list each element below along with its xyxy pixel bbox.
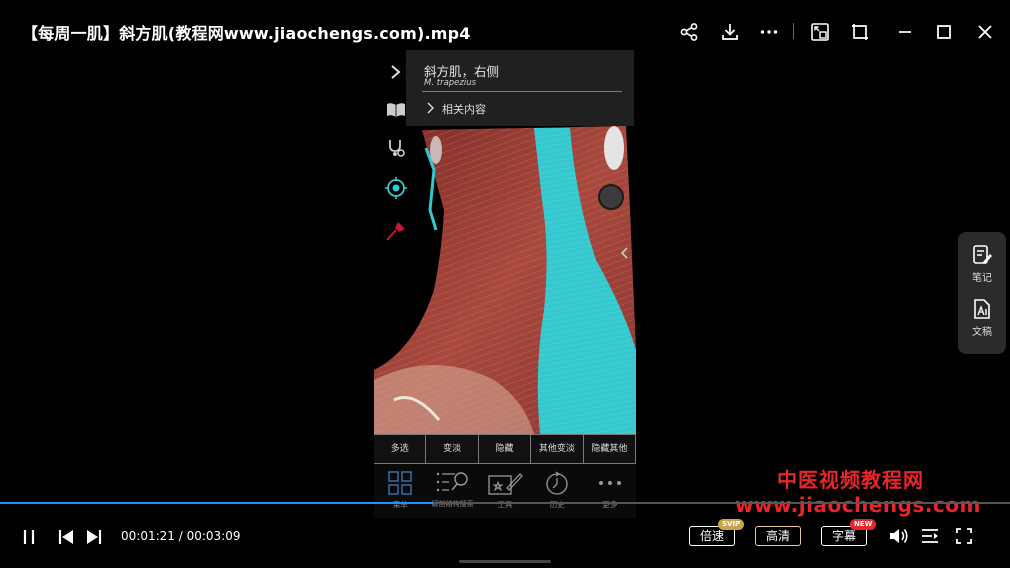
tool-more[interactable]: 更多 [584,464,636,518]
latin-name: M. trapezius [424,78,477,88]
more-icon [598,481,621,485]
related-content-link[interactable]: 相关内容 [442,101,486,117]
notes-label: 笔记 [972,273,992,284]
picture-in-picture-icon[interactable] [810,22,830,42]
quality-label: 高清 [765,529,790,543]
hide-others-button[interactable]: 隐藏其他 [582,434,636,464]
search-list-icon [436,472,468,492]
pause-icon[interactable] [20,528,38,546]
multi-select-button[interactable]: 多选 [374,434,427,464]
download-icon[interactable] [720,22,740,42]
minimize-icon[interactable] [895,22,915,42]
new-tag: NEW [850,519,877,530]
window-title: 【每周一肌】斜方肌(教程网www.jiaochengs.com).mp4 [22,24,471,43]
hide-button[interactable]: 隐藏 [477,434,532,464]
fade-others-button[interactable]: 其他变淡 [530,434,584,464]
manuscript-icon [974,299,990,319]
notes-icon [973,245,992,264]
video-frame[interactable]: 斜方肌，右侧 M. trapezius 相关内容 ? 1 多选 变淡 隐藏 其他… [374,50,636,518]
speed-button[interactable]: 倍速 SVIP [689,519,745,546]
target-icon[interactable] [385,177,407,199]
more-icon[interactable] [759,22,779,42]
maximize-icon[interactable] [934,22,954,42]
chevron-right-icon [427,102,434,114]
volume-icon[interactable] [888,526,910,546]
chevron-right-icon[interactable] [388,64,404,80]
quality-button[interactable]: 高清 [755,526,801,546]
grid-icon [388,471,412,495]
fullscreen-icon[interactable] [955,527,973,545]
svip-tag: SVIP [718,519,745,530]
previous-icon[interactable] [57,528,75,546]
tool-search[interactable]: 解剖结构搜索 [426,464,478,518]
time-display: 00:01:21 / 00:03:09 [121,529,241,543]
tool-history[interactable]: 历史 [531,464,583,518]
watermark-line-2: www.jiaochengs.com [735,493,981,517]
pin-icon[interactable] [385,220,407,242]
stethoscope-icon[interactable] [386,138,406,158]
playlist-icon[interactable] [920,527,940,545]
side-panel: 笔记 文稿 [958,232,1006,354]
title-separator [793,23,794,39]
tool-tools[interactable]: 工具 [479,464,531,518]
fade-button[interactable]: 变淡 [425,434,479,464]
progress-fill [0,502,434,504]
share-icon[interactable] [679,22,699,42]
subtitle-label: 字幕 [831,529,856,543]
pin-top-icon[interactable] [850,22,870,42]
action-button-bar: 多选 变淡 隐藏 其他变淡 隐藏其他 [374,434,636,464]
book-icon[interactable] [386,102,406,118]
history-icon [546,471,569,495]
structure-info-panel: 斜方肌，右侧 M. trapezius 相关内容 ? 1 [406,50,634,126]
subtitle-button[interactable]: 字幕 NEW [821,519,877,546]
speed-label: 倍速 [699,529,724,543]
scroll-indicator [459,560,551,563]
tool-menu[interactable]: 菜单 [374,464,426,518]
app-toolbar: 菜单 解剖结构搜索 工具 历史 更多 [374,464,636,518]
tools-icon [488,473,523,495]
notes-button[interactable]: 笔记 [958,244,1006,284]
next-icon[interactable] [85,528,103,546]
manuscript-label: 文稿 [972,327,992,338]
watermark-line-1: 中医视频教程网 [777,468,924,492]
panel-divider [422,91,622,92]
manuscript-button[interactable]: 文稿 [958,298,1006,338]
close-icon[interactable] [975,22,995,42]
